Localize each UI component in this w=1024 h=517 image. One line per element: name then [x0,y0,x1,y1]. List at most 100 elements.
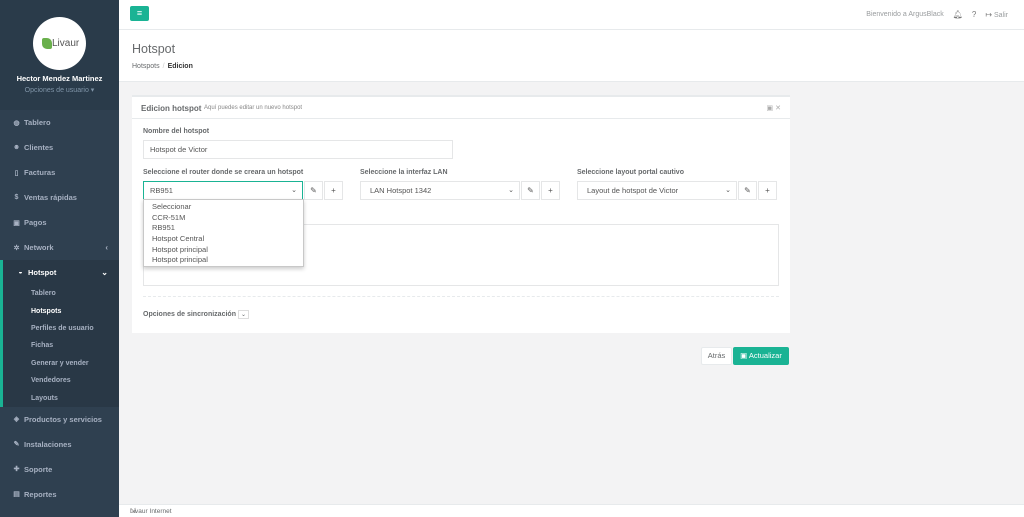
page-title: Hotspot [132,42,176,56]
edit-icon: ✎ [310,186,317,195]
sidebar-item-instalaciones[interactable]: ✎ Instalaciones [0,432,119,457]
sidebar-item-soporte[interactable]: ✚ Soporte [0,457,119,482]
network-icon: ✲ [13,244,20,252]
close-icon[interactable]: ✕ [775,105,781,112]
sidebar-item-label: Hotspot [28,268,57,277]
money-icon: ▣ [13,219,20,227]
edit-icon: ✎ [744,186,751,195]
sidebar-item-hotspot[interactable]: ◒ Hotspot ⌄ [0,260,119,285]
edit-icon: ✎ [527,186,534,195]
router-select-value: RB951 [150,186,173,195]
plus-icon: + [765,186,770,195]
welcome-text: Bienvenido a ArgusBlack [866,11,944,18]
back-button[interactable]: Atrás [701,347,732,365]
dropdown-option[interactable]: CCR-51M [144,213,303,224]
sidebar-item-label: Soporte [24,464,53,474]
help-icon[interactable]: ? [972,10,976,19]
subnav-tablero[interactable]: Tablero [3,285,119,302]
sign-out-icon: ↦ [985,10,993,19]
chevron-left-icon: ‹ [105,243,108,252]
top-right-bar: Bienvenido a ArgusBlack 🔔︎ ? ↦ Salir [866,10,1008,19]
hotspot-name-input[interactable]: Hotspot de Victor [143,140,453,159]
save-icon: ▣ [740,351,748,360]
top-navbar: ≡ Bienvenido a ArgusBlack 🔔︎ ? ↦ Salir [119,0,1024,30]
page-heading: Hotspot Hotspots / Edicion [119,30,1024,82]
sidebar-item-ventas[interactable]: $ Ventas rápidas [0,185,119,210]
sidebar-item-label: Clientes [24,143,54,152]
wrench-icon: ✎ [13,441,20,449]
lan-select-value: LAN Hotspot 1342 [370,186,432,195]
subnav-hotspots[interactable]: Hotspots [3,302,119,319]
breadcrumb-separator: / [162,63,165,70]
divider [143,296,779,297]
chevron-down-icon: ⌄ [725,187,731,194]
dropdown-option[interactable]: Seleccionar [144,202,303,213]
user-options-menu[interactable]: Opciones de usuario ▾ [0,86,119,94]
plus-icon: + [331,186,336,195]
dropdown-option[interactable]: RB951 [144,223,303,234]
sidebar-item-label: Ventas rápidas [24,193,77,202]
support-icon: ✚ [13,466,20,474]
menu-toggle-button[interactable]: ≡ [130,6,149,21]
sidebar-item-label: Instalaciones [24,439,72,449]
users-icon: ☻ [12,144,21,151]
router-add-button[interactable]: + [324,181,343,200]
chevron-down-icon: ⌄ [237,310,249,319]
subnav-layouts[interactable]: Layouts [3,389,119,406]
box-title: Edicion hotspot [141,104,202,113]
box-subtitle: Aquí puedes editar un nuevo hotspot [204,105,303,111]
sync-options-toggle[interactable]: Opciones de sincronización ⌄ [143,310,249,319]
sidebar-item-facturas[interactable]: ▯ Facturas [0,160,119,185]
router-select-label: Seleccione el router donde se creara un … [143,169,304,176]
company-logo: Livaur [33,17,86,70]
box-tools: ▣ ✕ [767,104,781,112]
chevron-down-icon: ⌄ [101,268,108,277]
layout-edit-button[interactable]: ✎ [738,181,757,200]
sidebar-item-label: Productos y servicios [24,414,102,424]
update-label: Actualizar [748,351,782,360]
lan-select[interactable]: LAN Hotspot 1342 ⌄ [360,181,520,200]
logout-link[interactable]: ↦ Salir [985,10,1008,19]
hotspot-submenu: Tablero Hotspots Perfiles de usuario Fic… [0,285,119,407]
subnav-perfiles[interactable]: Perfiles de usuario [3,320,119,337]
chevron-down-icon: ⌄ [508,187,514,194]
router-edit-button[interactable]: ✎ [304,181,323,200]
wifi-icon: ◒ [18,269,23,276]
subnav-generar[interactable]: Generar y vender [3,355,119,372]
sidebar-item-network[interactable]: ✲ Network ‹ [0,235,119,260]
lan-add-button[interactable]: + [541,181,560,200]
sidebar-item-label: Tablero [24,118,51,127]
save-icon[interactable]: ▣ [767,105,774,112]
dropdown-option[interactable]: Hotspot principal [144,255,303,266]
router-dropdown-list: Seleccionar CCR-51M RB951 Hotspot Centra… [143,199,304,267]
dropdown-option[interactable]: Hotspot principal [144,245,303,256]
update-button[interactable]: ▣ Actualizar [733,347,789,365]
layout-select-label: Seleccione layout portal cautivo [577,169,684,176]
sidebar-item-label: Reportes [24,489,57,499]
breadcrumb-hotspots[interactable]: Hotspots [132,63,160,70]
lan-edit-button[interactable]: ✎ [521,181,540,200]
dropdown-option[interactable]: Hotspot Central [144,234,303,245]
sidebar-item-productos[interactable]: ◈ Productos y servicios [0,407,119,432]
breadcrumb: Hotspots / Edicion [132,63,193,70]
layout-select[interactable]: Layout de hotspot de Victor ⌄ [577,181,737,200]
sidebar-item-tablero[interactable]: ◍ Tablero [0,110,119,135]
layout-add-button[interactable]: + [758,181,777,200]
sidebar-item-pagos[interactable]: ▣ Pagos [0,210,119,235]
subnav-fichas[interactable]: Fichas [3,337,119,354]
sidebar-item-reportes[interactable]: ▤ Reportes [0,482,119,507]
lan-select-label: Seleccione la interfaz LAN [360,169,448,176]
sidebar: Livaur Hector Mendez Martinez Opciones d… [0,0,119,517]
router-select[interactable]: RB951 ⌄ [143,181,303,200]
bell-icon[interactable]: 🔔︎ [953,10,963,19]
hamburger-icon: ≡ [136,8,143,18]
report-icon: ▤ [13,491,20,499]
user-name: Hector Mendez Martinez [16,74,103,83]
layout-select-value: Layout de hotspot de Victor [587,186,679,195]
sidebar-item-label: Facturas [24,168,56,177]
subnav-vendedores[interactable]: Vendedores [3,372,119,389]
sidebar-item-label: Network [24,243,54,252]
sidebar-item-clientes[interactable]: ☻ Clientes [0,135,119,160]
scroll-icon: ⇲ [130,508,136,515]
profile-panel: Livaur Hector Mendez Martinez Opciones d… [0,0,119,110]
